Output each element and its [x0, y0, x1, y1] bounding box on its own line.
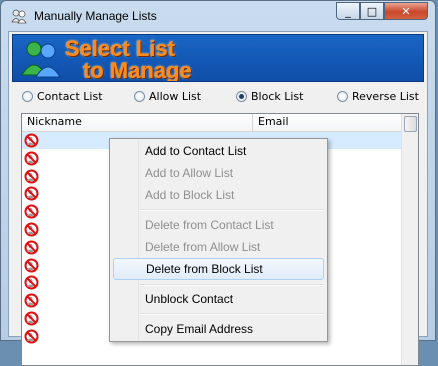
maximize-button[interactable]: □: [360, 2, 384, 20]
radio-button[interactable]: [337, 91, 348, 102]
blocked-icon: [24, 133, 39, 148]
messenger-buddies-icon: [19, 37, 63, 81]
menu-separator: [140, 209, 323, 211]
menu-item-add-to-contact-list[interactable]: Add to Contact List: [113, 140, 324, 162]
blocked-icon: [24, 240, 39, 255]
list-header: Nickname Email: [22, 114, 406, 132]
banner-line-2: to Manage: [83, 58, 192, 82]
column-header-nickname[interactable]: Nickname: [22, 114, 253, 131]
menu-item-delete-from-allow-list: Delete from Allow List: [145, 240, 261, 254]
blocked-icon: [24, 293, 39, 308]
radio-label: Allow List: [149, 90, 202, 103]
blocked-icon: [24, 222, 39, 237]
radio-button[interactable]: [236, 91, 247, 102]
menu-item-add-to-allow-list: Add to Allow List: [145, 166, 234, 180]
title-bar[interactable]: Manually Manage Lists _ □ ✕: [1, 1, 435, 31]
vertical-scrollbar[interactable]: [401, 114, 418, 365]
banner-line-1: Select List: [65, 36, 176, 61]
scrollbar-thumb[interactable]: [404, 116, 417, 132]
blocked-icon: [24, 204, 39, 219]
radio-label: Reverse List: [352, 90, 419, 103]
header-banner: Select List to Manage: [12, 34, 424, 82]
radio-label: Contact List: [37, 90, 103, 103]
menu-item-delete-from-block-list[interactable]: Delete from Block List: [113, 258, 324, 280]
menu-item-add-to-block-list: Add to Block List: [145, 188, 235, 202]
column-header-email[interactable]: Email: [253, 114, 406, 131]
menu-separator: [140, 284, 323, 286]
blocked-icon: [24, 151, 39, 166]
menu-item-copy-email-address[interactable]: Copy Email Address: [113, 318, 324, 340]
radio-button[interactable]: [22, 91, 33, 102]
minimize-button[interactable]: _: [336, 2, 360, 20]
blocked-icon: [24, 311, 39, 326]
radio-contact-list[interactable]: Contact List: [22, 90, 103, 103]
blocked-icon: [24, 275, 39, 290]
blocked-icon: [24, 169, 39, 184]
close-button[interactable]: ✕: [384, 2, 428, 20]
radio-label: Block List: [251, 90, 304, 103]
radio-reverse-list[interactable]: Reverse List: [337, 90, 419, 103]
radio-block-list[interactable]: Block List: [236, 90, 303, 103]
radio-allow-list[interactable]: Allow List: [134, 90, 201, 103]
blocked-icon: [24, 258, 39, 273]
messenger-app-icon: [11, 8, 27, 24]
menu-item-unblock-contact[interactable]: Unblock Contact: [113, 288, 324, 310]
menu-item-delete-from-contact-list: Delete from Contact List: [145, 218, 274, 232]
menu-separator: [140, 313, 323, 315]
blocked-icon: [24, 186, 39, 201]
radio-button[interactable]: [134, 91, 145, 102]
list-selector: Contact List Allow List Block List Rever…: [9, 88, 429, 108]
context-menu: Add to Contact List Add to Allow List Ad…: [109, 138, 328, 342]
window-title: Manually Manage Lists: [34, 9, 157, 23]
